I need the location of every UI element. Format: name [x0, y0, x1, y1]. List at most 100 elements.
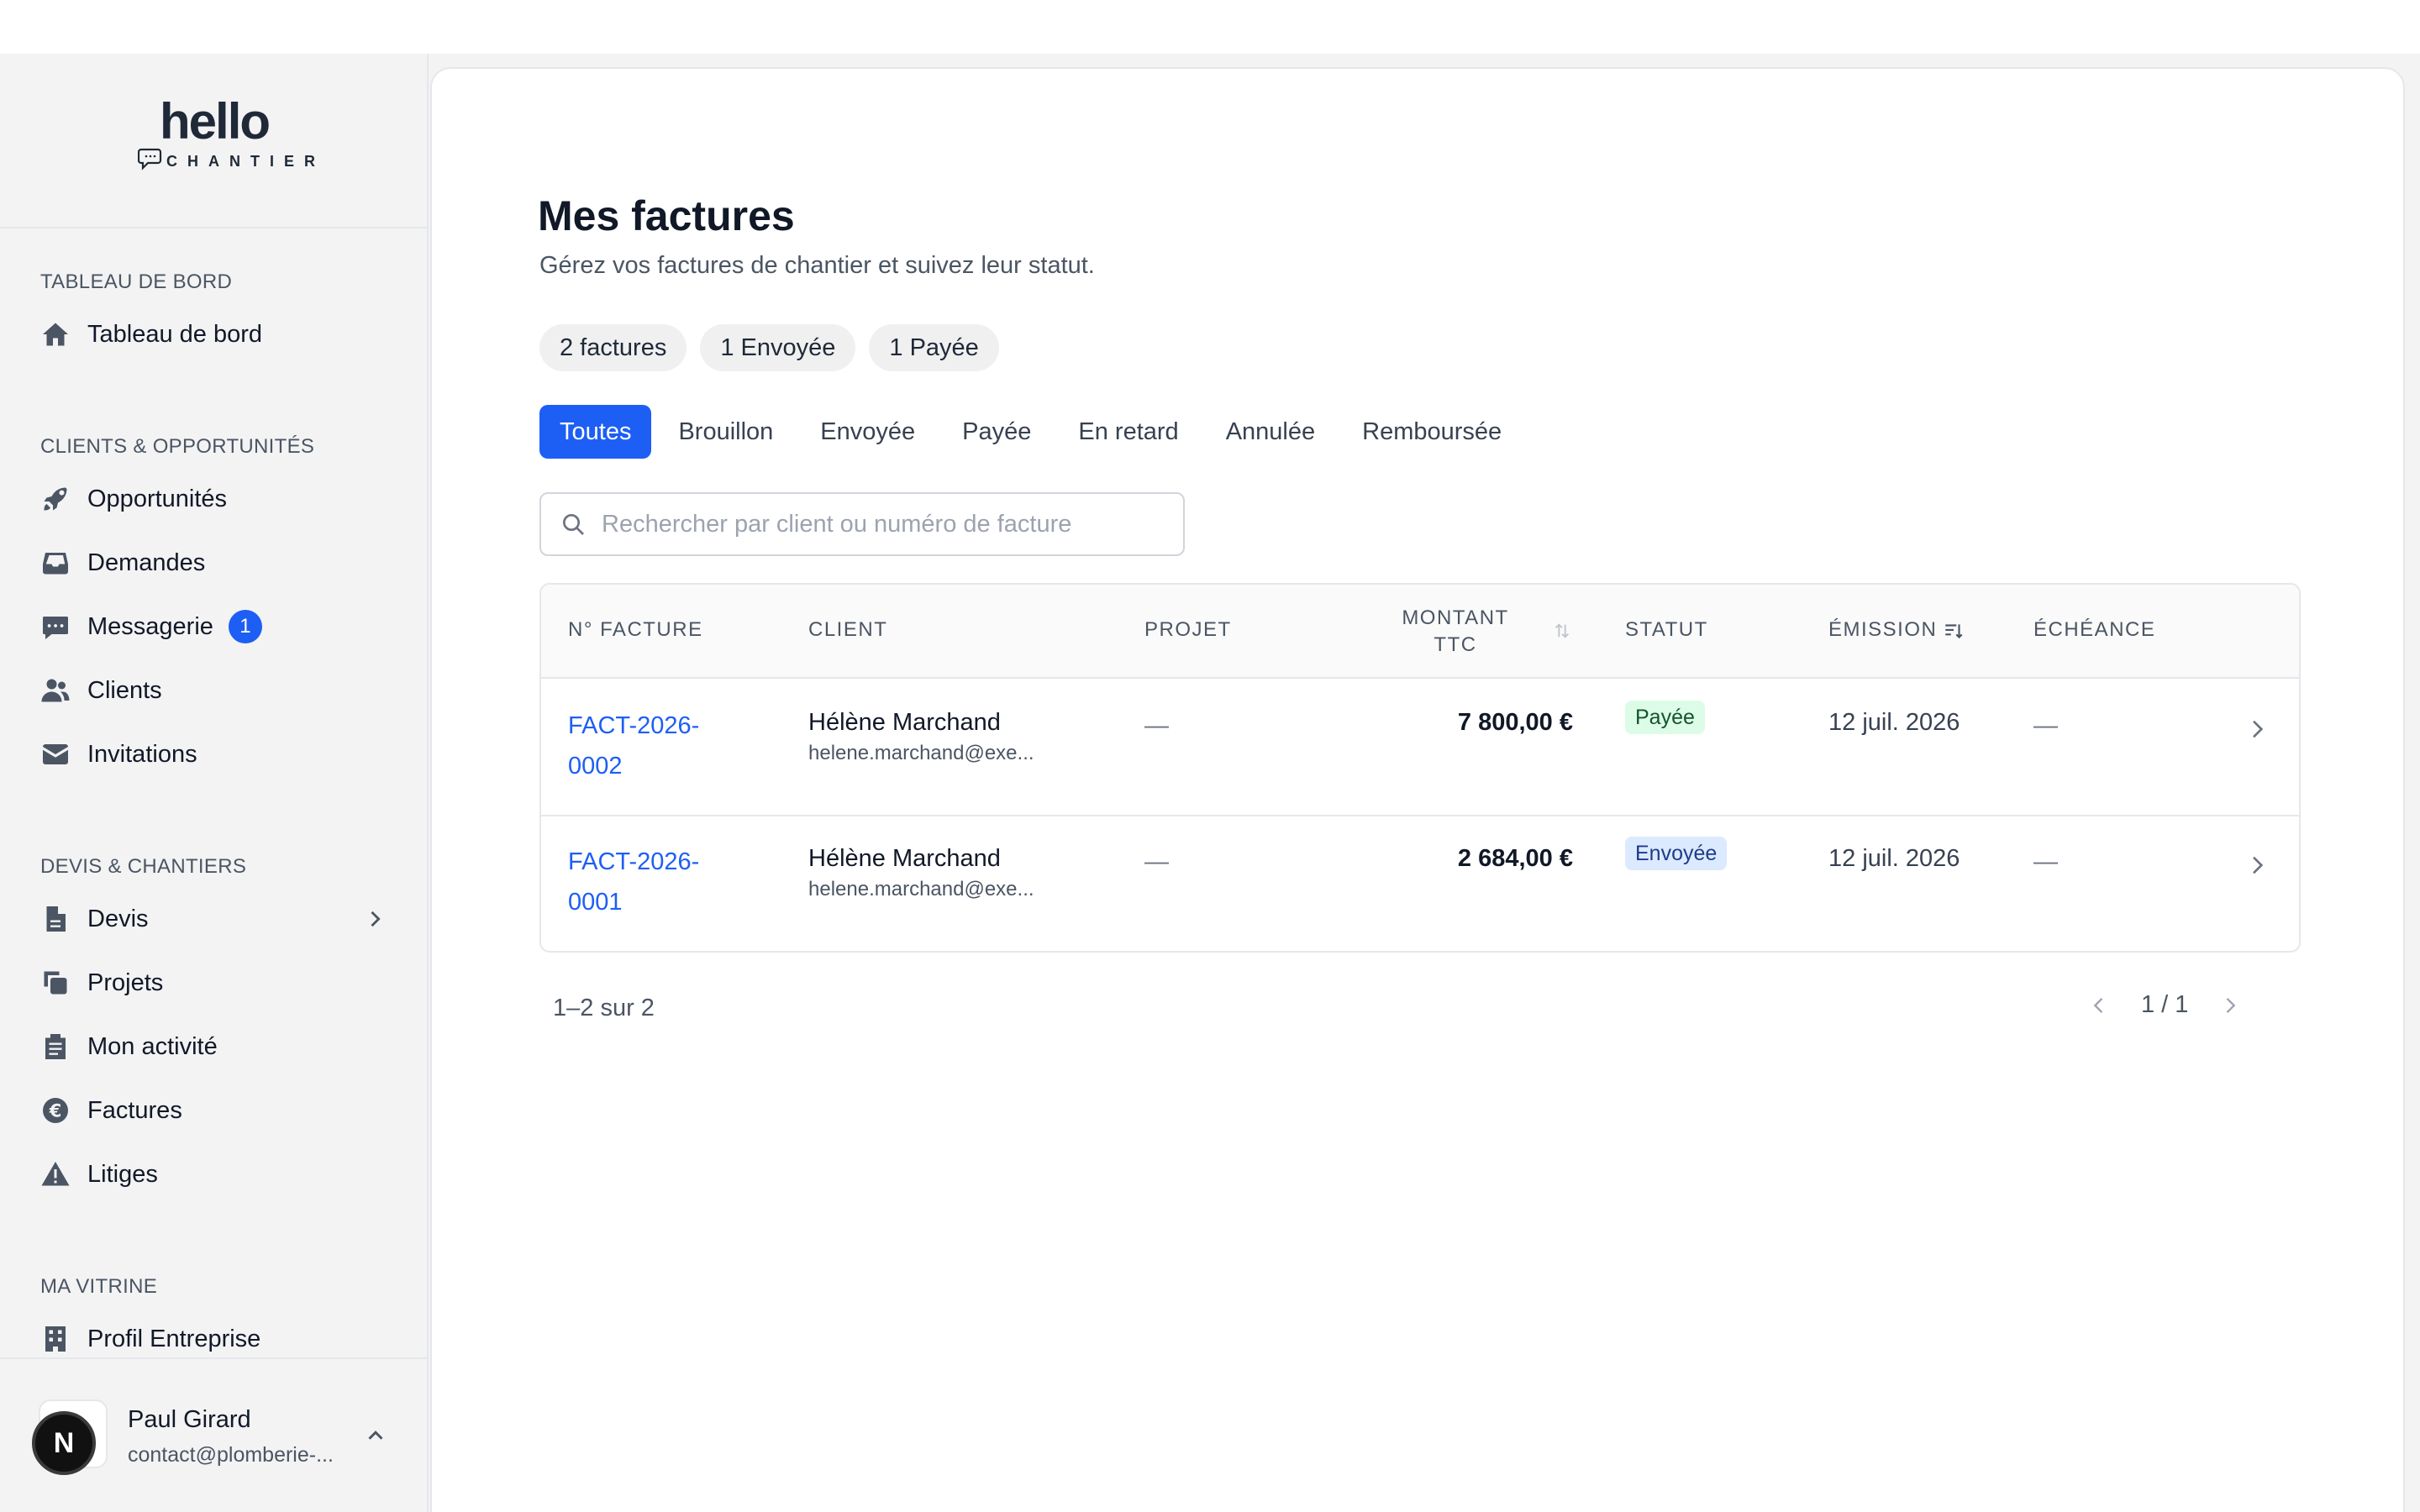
section-title-dashboard: TABLEAU DE BORD [40, 270, 233, 293]
status-badge: Envoyée [1625, 837, 1728, 870]
column-header-amount[interactable]: MONTANT TTC [1395, 605, 1516, 659]
logo-wordmark: hello [160, 93, 271, 150]
column-header-due-date[interactable]: ÉCHÉANCE [2033, 618, 2155, 642]
summary-chips: 2 factures 1 Envoyée 1 Payée [539, 324, 999, 371]
clipboard-icon [30, 1020, 84, 1074]
client-email: helene.marchand@exe... [808, 742, 1034, 764]
sidebar-item-label: Devis [87, 905, 149, 932]
sidebar-item-opportunities[interactable]: Opportunités [30, 472, 400, 526]
euro-icon: € [30, 1084, 84, 1137]
status-cell: Payée [1625, 701, 1705, 734]
sort-icon[interactable] [1553, 622, 1571, 640]
chevron-right-icon[interactable] [2244, 716, 2270, 743]
tab-sent[interactable]: Envoyée [800, 405, 935, 459]
avatar-badge[interactable]: N [32, 1411, 96, 1475]
sidebar-item-label: Messagerie [87, 612, 213, 640]
tab-all[interactable]: Toutes [539, 405, 652, 459]
user-name: Paul Girard [128, 1406, 251, 1433]
sidebar-item-invitations[interactable]: Invitations [30, 727, 400, 781]
sidebar-item-invoices[interactable]: € Factures [30, 1084, 400, 1137]
logo[interactable]: hello CHANTIER [0, 54, 427, 228]
inbox-icon [30, 536, 84, 590]
svg-text:€: € [49, 1101, 62, 1121]
amount-cell: 7 800,00 € [1457, 709, 1573, 736]
mail-icon [30, 727, 84, 781]
user-menu[interactable]: N Paul Girard contact@plomberie-... [0, 1357, 427, 1512]
summary-chip-total: 2 factures [539, 324, 687, 371]
table-row[interactable]: FACT-2026- 0002 Hélène Marchand helene.ma… [541, 679, 2299, 815]
message-icon [30, 600, 84, 654]
rocket-icon [30, 472, 84, 526]
status-badge: Payée [1625, 701, 1705, 734]
sidebar-item-clients[interactable]: Clients [30, 664, 400, 717]
due-date-cell: — [2033, 712, 2058, 739]
section-title-quotes: DEVIS & CHANTIERS [40, 855, 247, 878]
invoice-number-link[interactable]: FACT-2026- 0001 [568, 842, 736, 922]
page-subtitle: Gérez vos factures de chantier et suivez… [539, 252, 1095, 279]
client-email: helene.marchand@exe... [808, 878, 1034, 900]
invoice-number-part: 0002 [568, 753, 623, 780]
column-header-amount-line2: TTC [1434, 633, 1477, 656]
pagination-count: 1–2 sur 2 [553, 995, 655, 1021]
page-title: Mes factures [538, 192, 795, 239]
top-bar [0, 0, 2420, 54]
column-header-client[interactable]: CLIENT [808, 618, 887, 642]
home-icon [30, 307, 84, 361]
search-input[interactable] [602, 510, 1148, 538]
sidebar-item-dashboard[interactable]: Tableau de bord [30, 307, 400, 361]
sidebar-item-label: Demandes [87, 549, 206, 576]
sort-descending-icon[interactable] [1943, 620, 1965, 642]
sidebar-item-label: Opportunités [87, 485, 228, 512]
tab-paid[interactable]: Payée [942, 405, 1051, 459]
section-title-showcase: MA VITRINE [40, 1275, 158, 1298]
status-filter-tabs: Toutes Brouillon Envoyée Payée En retard… [539, 405, 1528, 459]
status-cell: Envoyée [1625, 837, 1728, 870]
sidebar-item-label: Profil Entreprise [87, 1325, 261, 1352]
project-cell: — [1144, 848, 1169, 875]
sidebar-item-requests[interactable]: Demandes [30, 536, 400, 590]
invoices-table: N° FACTURE CLIENT PROJET MONTANT TTC STAT… [539, 583, 2301, 953]
invoice-number-part: FACT-2026- [568, 848, 700, 875]
issue-date-cell: 12 juil. 2026 [1828, 709, 1960, 736]
tab-overdue[interactable]: En retard [1058, 405, 1198, 459]
column-header-issue-date[interactable]: ÉMISSION [1828, 618, 1937, 642]
user-email: contact@plomberie-... [128, 1443, 334, 1467]
sidebar-item-label: Tableau de bord [87, 320, 262, 348]
sidebar-item-quotes[interactable]: Devis [30, 892, 400, 946]
chevron-right-icon [371, 911, 381, 927]
sidebar-item-label: Litiges [87, 1160, 158, 1188]
chevron-right-icon[interactable] [2244, 852, 2270, 879]
chevron-up-icon[interactable] [363, 1423, 388, 1448]
invoice-number-link[interactable]: FACT-2026- 0002 [568, 706, 736, 786]
tab-cancelled[interactable]: Annulée [1206, 405, 1335, 459]
table-row[interactable]: FACT-2026- 0001 Hélène Marchand helene.ma… [541, 816, 2299, 951]
sidebar-item-disputes[interactable]: Litiges [30, 1147, 400, 1201]
sidebar: hello CHANTIER TABLEAU DE BORD Tableau d… [0, 54, 429, 1512]
warning-icon [30, 1147, 84, 1201]
search-box [539, 492, 1185, 556]
sidebar-item-messaging[interactable]: Messagerie 1 [30, 600, 400, 654]
logo-subtitle: CHANTIER [166, 153, 325, 170]
column-header-amount-line1: MONTANT [1402, 606, 1509, 629]
tab-refunded[interactable]: Remboursée [1342, 405, 1522, 459]
sidebar-item-label: Mon activité [87, 1032, 218, 1060]
issue-date-cell: 12 juil. 2026 [1828, 845, 1960, 872]
sidebar-item-projects[interactable]: Projets [30, 956, 400, 1010]
summary-chip-paid: 1 Payée [869, 324, 999, 371]
invoice-number-part: 0001 [568, 889, 623, 916]
client-cell: Hélène Marchand helene.marchand@exe... [808, 709, 1034, 765]
copy-icon [30, 956, 84, 1010]
column-header-status[interactable]: STATUT [1625, 618, 1708, 642]
column-header-project[interactable]: PROJET [1144, 618, 1232, 642]
previous-page-icon[interactable] [2087, 994, 2111, 1017]
tab-draft[interactable]: Brouillon [658, 405, 793, 459]
sidebar-item-activity[interactable]: Mon activité [30, 1020, 400, 1074]
sidebar-nav: TABLEAU DE BORD Tableau de bord CLIENTS … [0, 228, 427, 1354]
column-header-number[interactable]: N° FACTURE [568, 618, 703, 642]
next-page-icon[interactable] [2218, 994, 2242, 1017]
summary-chip-sent: 1 Envoyée [700, 324, 856, 371]
page-indicator: 1 / 1 [2141, 991, 2189, 1018]
users-icon [30, 664, 84, 717]
sidebar-item-label: Clients [87, 676, 162, 704]
client-cell: Hélène Marchand helene.marchand@exe... [808, 845, 1034, 901]
